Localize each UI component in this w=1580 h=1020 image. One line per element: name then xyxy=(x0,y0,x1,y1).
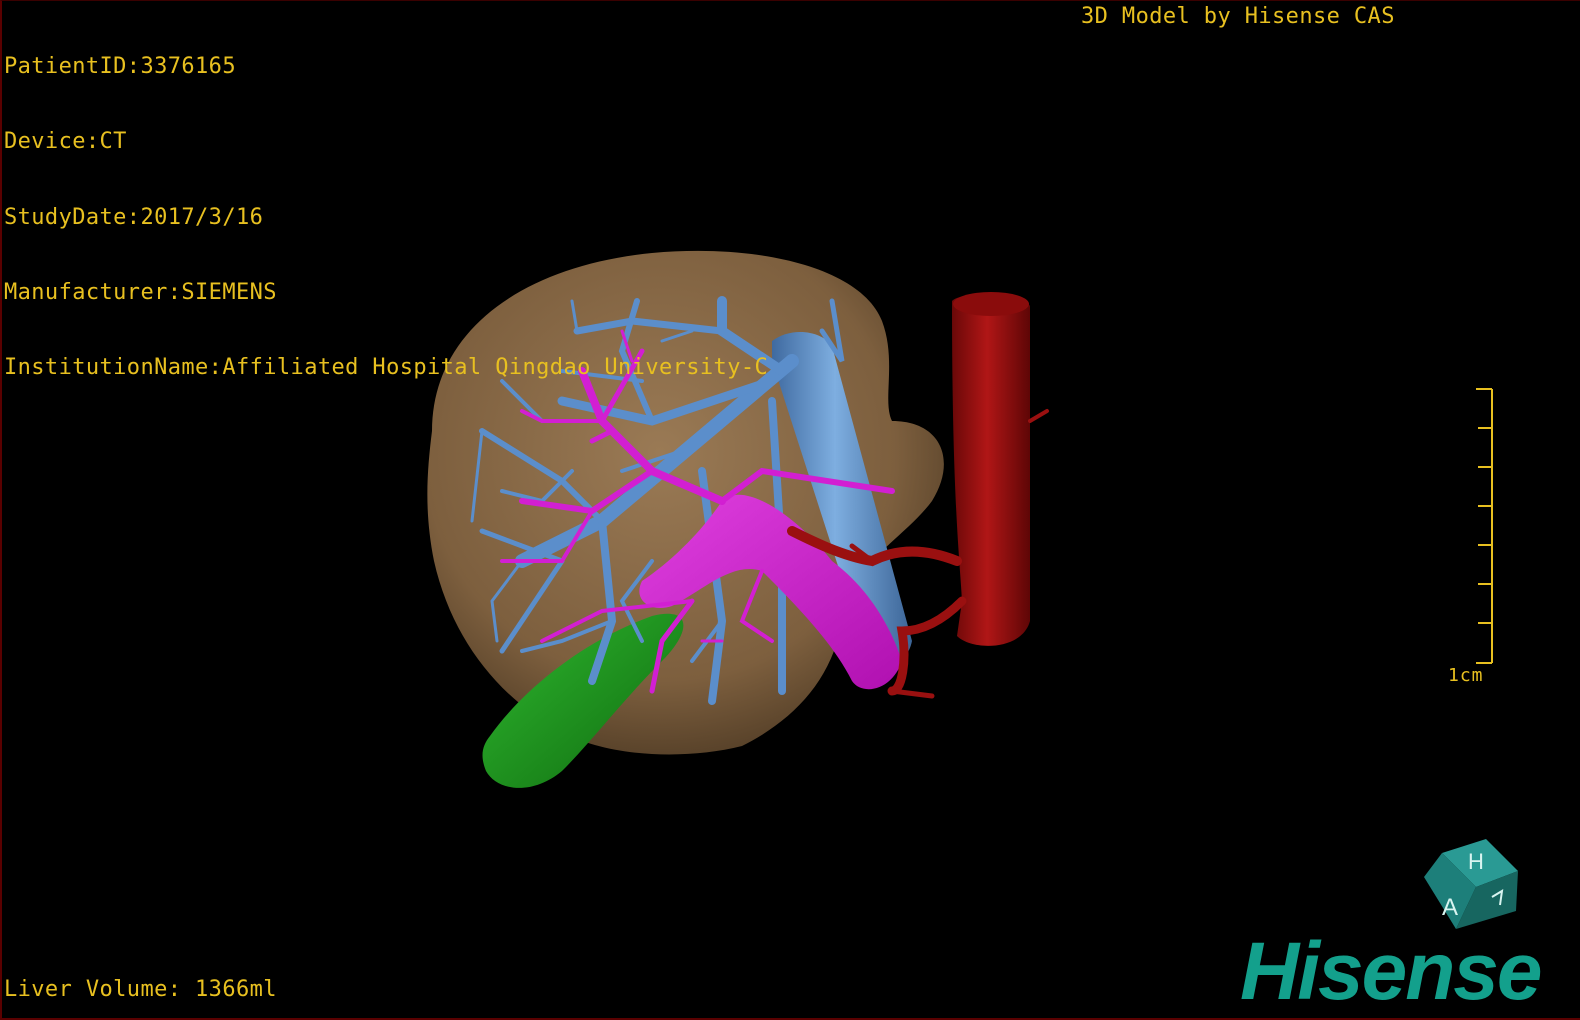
cube-face-h: H xyxy=(1468,849,1484,874)
study-date: StudyDate:2017/3/16 xyxy=(4,204,264,230)
cube-face-a: A xyxy=(1442,894,1458,921)
liver-volume: Liver Volume: 1366ml xyxy=(4,977,277,1002)
model-credit: 3D Model by Hisense CAS xyxy=(1081,4,1395,29)
institution-name: InstitutionName:Affiliated Hospital Qing… xyxy=(4,355,769,381)
3d-viewport[interactable]: PatientID:3376165 Device:CT StudyDate:20… xyxy=(0,0,1580,1020)
study-info: PatientID:3376165 Device:CT StudyDate:20… xyxy=(4,4,768,430)
device: Device:CT xyxy=(4,129,127,155)
hisense-logo: Hisense xyxy=(1240,926,1543,1017)
scale-bar xyxy=(1476,388,1493,664)
patient-id: PatientID:3376165 xyxy=(4,54,236,79)
manufacturer: Manufacturer:SIEMENS xyxy=(4,279,277,305)
orientation-cube-icon[interactable]: H A xyxy=(1420,833,1524,937)
scale-bar-label: 1cm xyxy=(1448,665,1484,686)
